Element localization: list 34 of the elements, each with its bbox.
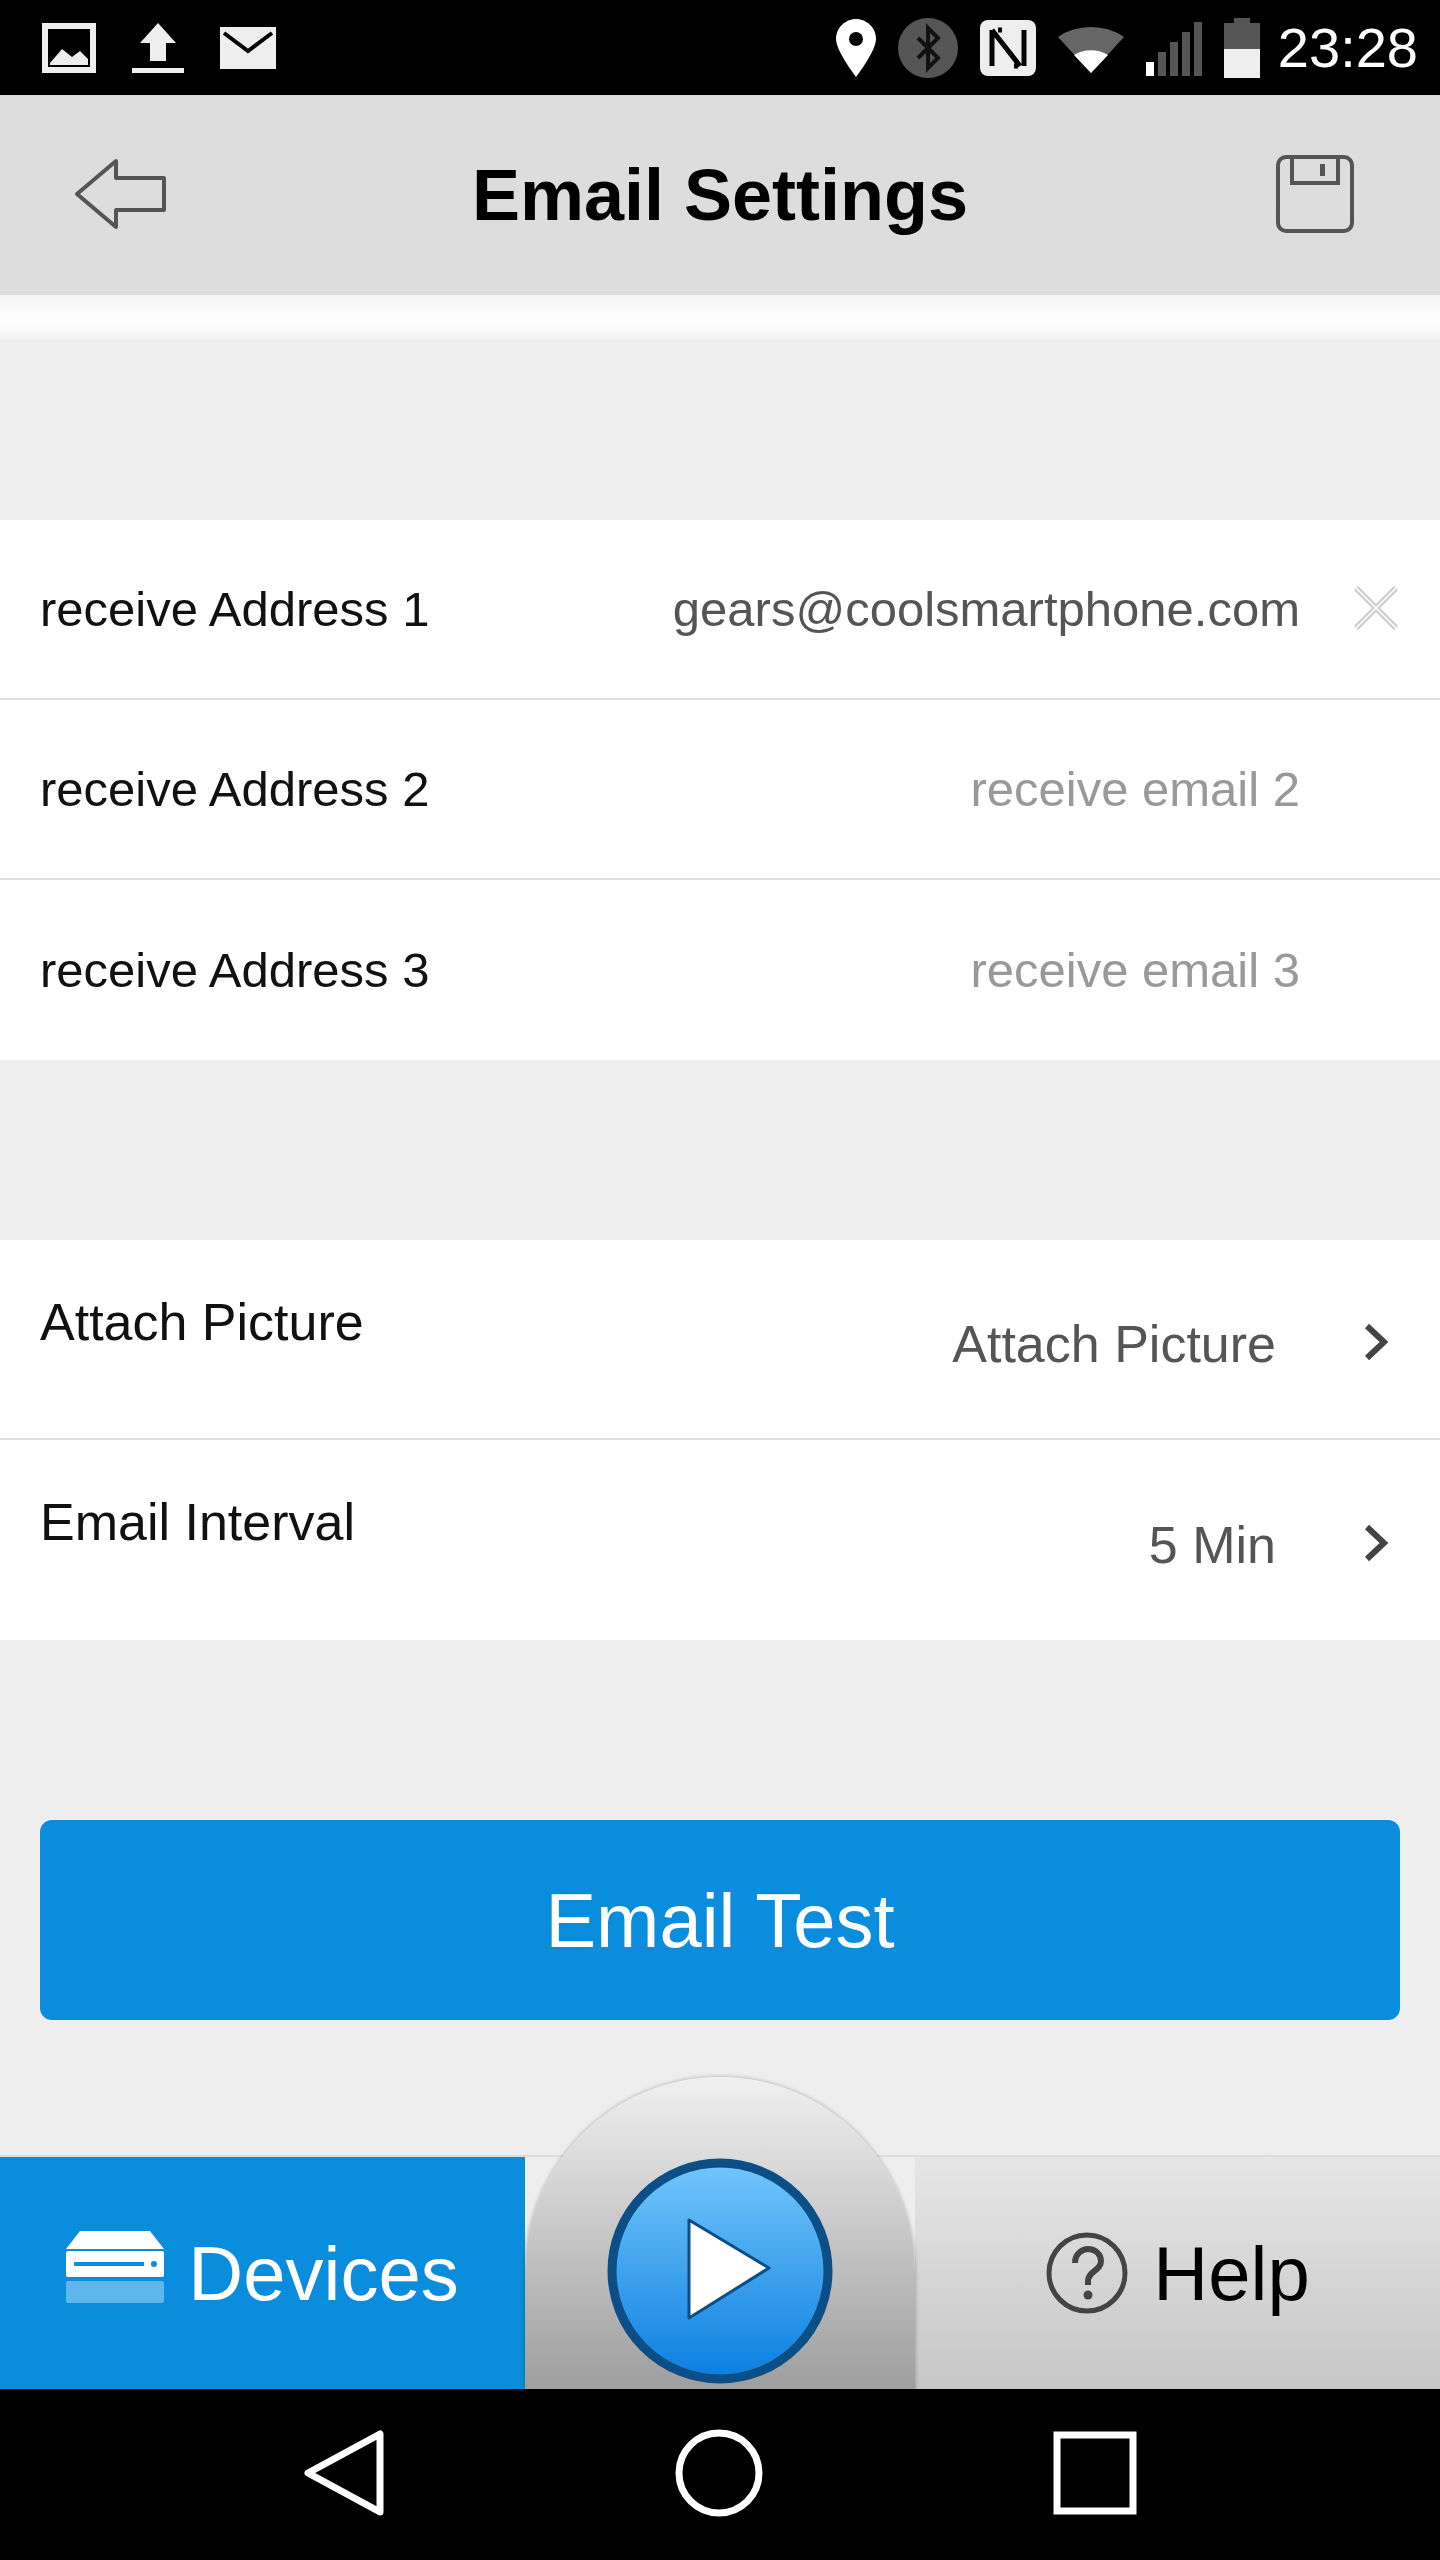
home-circle-icon [675,2429,763,2517]
field-label: receive Address 2 [40,761,430,817]
location-icon [835,18,876,77]
row-value: Attach Picture [952,1314,1276,1374]
chevron-right-icon [1362,1523,1390,1563]
battery-icon [1223,17,1260,78]
row-label: Attach Picture [40,1292,365,1352]
settings-row[interactable]: Attach Picture Attach Picture [0,1240,1440,1440]
image-icon [42,22,96,73]
nfc-icon [979,19,1036,76]
field-label: receive Address 3 [40,942,430,998]
signal-icon [1145,19,1202,76]
email-field[interactable]: gears@coolsmartphone.com [459,581,1300,637]
recent-apps-button[interactable] [1053,2431,1137,2518]
nav-tab[interactable]: Devices [0,2157,525,2389]
field-label: receive Address 1 [40,581,430,637]
row-value: 5 Min [1148,1515,1276,1575]
save-button[interactable] [1276,154,1354,236]
screen-title: Email Settings [471,155,969,235]
clock-time: 23:28 [1277,15,1418,80]
email-field[interactable]: receive email 2 [459,761,1300,817]
close-icon [1352,583,1400,632]
bluetooth-icon [897,17,958,78]
back-arrow-icon [74,157,168,230]
back-triangle-icon [303,2429,385,2517]
square-icon [1053,2431,1137,2515]
nav-tab[interactable]: Help [915,2157,1440,2389]
mail-icon [220,26,276,69]
settings-row[interactable]: Email Interval 5 Min [0,1440,1440,1640]
row-label: Email Interval [40,1492,356,1552]
email-field[interactable]: receive email 3 [459,942,1300,998]
help-icon [1045,2231,1130,2315]
chevron-right-icon [1362,1322,1390,1362]
email-test-button[interactable]: Email Test [40,1820,1400,2020]
